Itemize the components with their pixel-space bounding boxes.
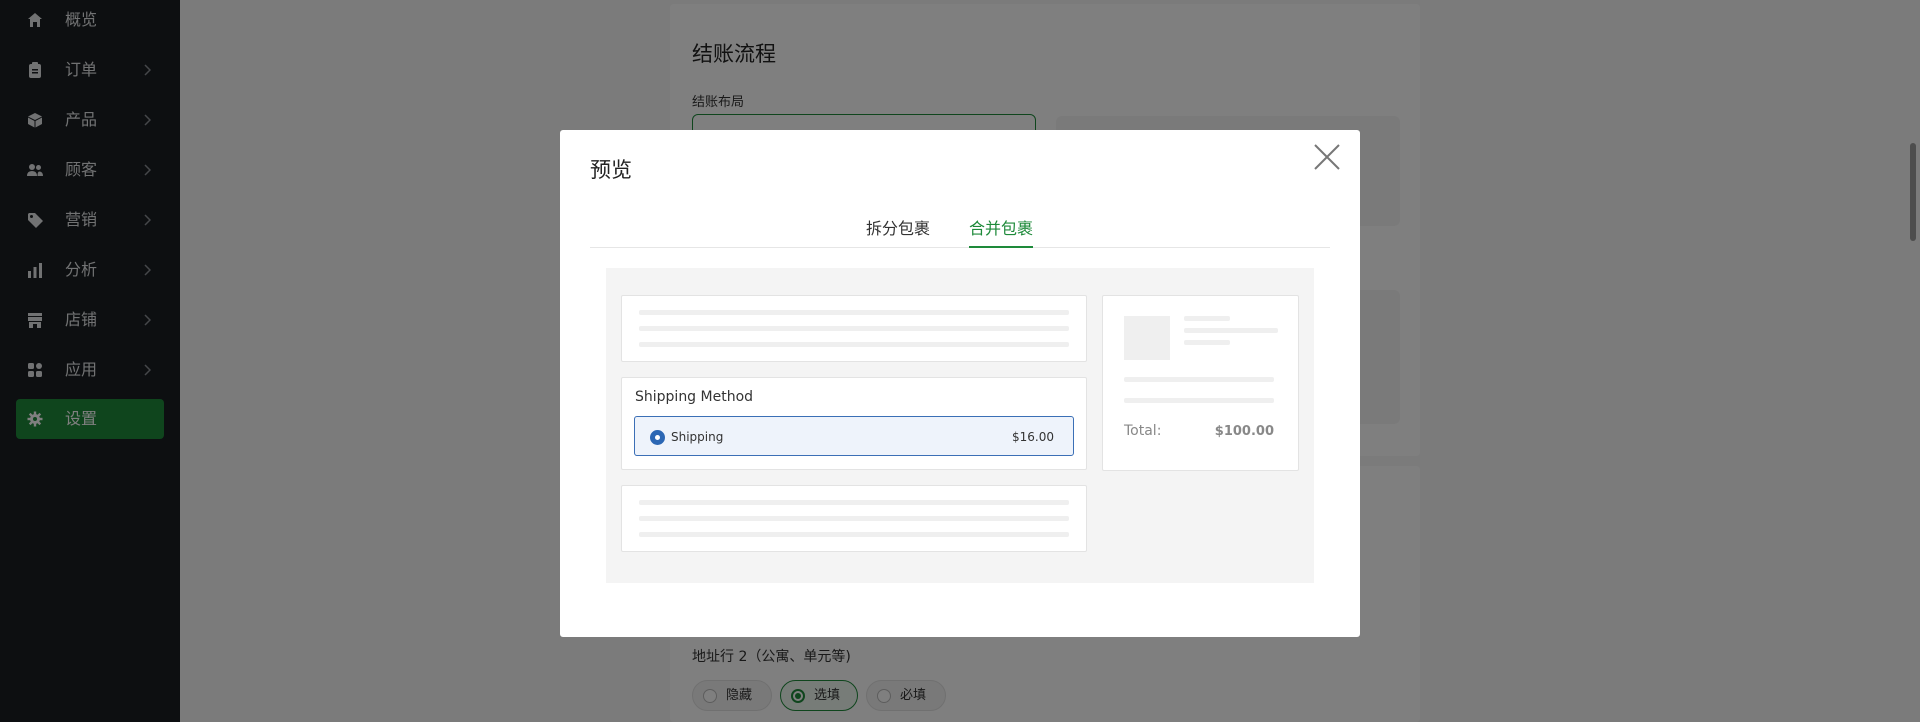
shipping-method-title: Shipping Method [635,389,754,405]
checkout-preview: Shipping Method Shipping $16.00 Total: $… [606,268,1314,583]
tab-merge-package[interactable]: 合并包裹 [969,218,1033,240]
skeleton-line [639,326,1069,331]
skeleton-line [1184,328,1278,333]
product-thumbnail [1124,316,1170,360]
skeleton-line [639,342,1069,347]
skeleton-line [1184,340,1230,345]
shipping-option[interactable]: Shipping $16.00 [634,416,1074,456]
shipping-option-label: Shipping [671,430,724,444]
total-label: Total: [1124,423,1162,439]
skeleton-line [1124,398,1274,403]
preview-modal: 预览 拆分包裹 合并包裹 Shipping Method Shipping $1… [560,130,1360,637]
total-value: $100.00 [1214,424,1274,439]
active-tab-indicator [969,246,1033,248]
tab-split-package[interactable]: 拆分包裹 [866,218,930,240]
radio-selected-icon [650,430,665,445]
skeleton-line [1124,377,1274,382]
preview-tabs: 拆分包裹 合并包裹 [590,218,1330,248]
shipping-option-price: $16.00 [1012,430,1054,444]
skeleton-line [639,500,1069,505]
skeleton-line [639,532,1069,537]
skeleton-line [639,310,1069,315]
skeleton-line [1184,316,1230,321]
close-icon[interactable] [1312,142,1342,172]
preview-shipping-card: Shipping Method Shipping $16.00 [621,377,1087,470]
preview-payment-card [621,485,1087,552]
skeleton-line [639,516,1069,521]
modal-title: 预览 [590,158,632,182]
preview-order-summary: Total: $100.00 [1102,295,1299,471]
preview-contact-card [621,295,1087,362]
